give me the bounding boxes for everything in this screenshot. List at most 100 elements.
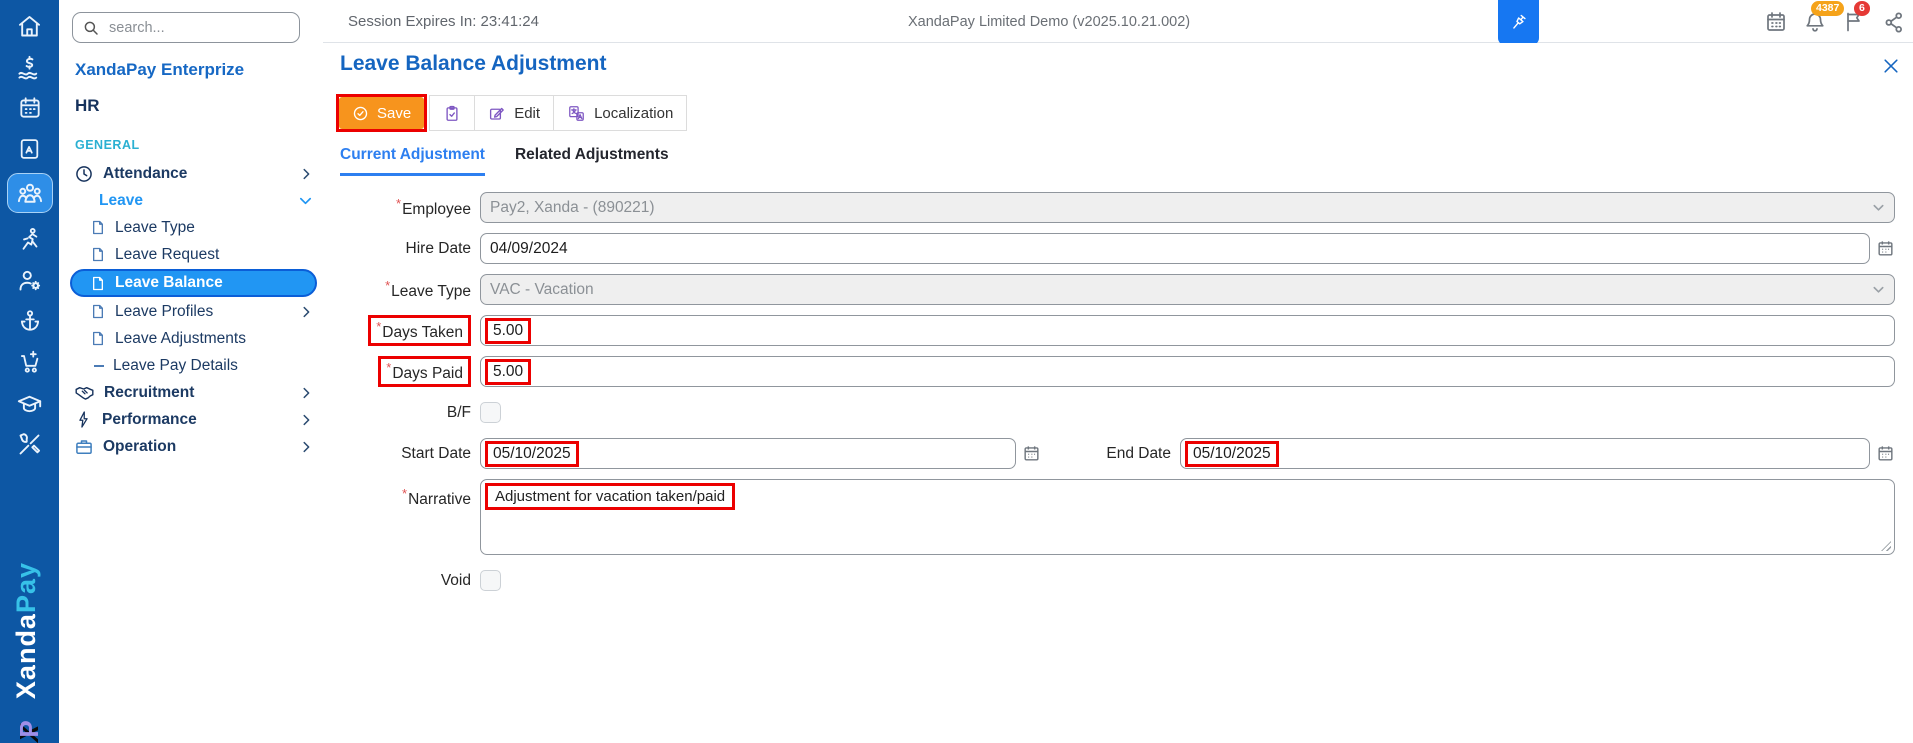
activity-runner-icon[interactable] bbox=[8, 224, 52, 254]
calendar-picker-icon[interactable] bbox=[1022, 444, 1041, 463]
employee-row: *Employee Pay2, Xanda - (890221) bbox=[340, 192, 1895, 223]
app-title: XandaPay Limited Demo (v2025.10.21.002) bbox=[908, 14, 1191, 30]
company-name[interactable]: XandaPay Enterprize bbox=[75, 60, 244, 80]
start-date-label: Start Date bbox=[401, 444, 471, 462]
clipboard-check-icon bbox=[443, 104, 461, 123]
graduation-cap-icon[interactable] bbox=[8, 388, 52, 418]
hire-date-label: Hire Date bbox=[405, 239, 471, 257]
page-title: Leave Balance Adjustment bbox=[340, 52, 607, 75]
edit-button[interactable]: Edit bbox=[474, 96, 553, 130]
required-asterisk: * bbox=[402, 486, 408, 501]
xandapay-logo: XP bbox=[14, 720, 44, 742]
toolbar: Save Edit Localization bbox=[336, 94, 688, 132]
tab-bar: Current Adjustment Related Adjustments bbox=[340, 146, 669, 176]
icon-rail: XandaPay XP bbox=[0, 0, 59, 743]
sidebar: XandaPay Enterprize HR GENERAL Attendanc… bbox=[59, 0, 324, 743]
sidebar-item-leave-pay-details[interactable]: Leave Pay Details bbox=[59, 352, 323, 379]
end-date-label: End Date bbox=[1106, 444, 1171, 462]
employee-select[interactable]: Pay2, Xanda - (890221) bbox=[480, 192, 1895, 223]
clipboard-button[interactable] bbox=[430, 96, 474, 130]
calendar-picker-icon[interactable] bbox=[1876, 444, 1895, 463]
days-taken-row: *Days Taken 5.00 bbox=[340, 315, 1895, 346]
sidebar-item-performance[interactable]: Performance bbox=[59, 406, 323, 433]
chevron-right-icon[interactable] bbox=[299, 413, 313, 427]
leave-type-select[interactable]: VAC - Vacation bbox=[480, 274, 1895, 305]
close-icon[interactable] bbox=[1881, 56, 1901, 76]
sidebar-search-box[interactable] bbox=[72, 12, 300, 43]
sidebar-item-leave-adjustments[interactable]: Leave Adjustments bbox=[59, 325, 323, 352]
chevron-down-icon bbox=[1871, 200, 1886, 215]
days-taken-label: Days Taken bbox=[382, 324, 463, 341]
sidebar-item-operation[interactable]: Operation bbox=[59, 433, 323, 460]
hire-date-input[interactable]: 04/09/2024 bbox=[480, 233, 1870, 264]
tools-icon[interactable] bbox=[8, 429, 52, 459]
localization-button[interactable]: Localization bbox=[553, 96, 686, 130]
sidebar-item-leave-type[interactable]: Leave Type bbox=[59, 214, 323, 241]
cart-plus-icon[interactable] bbox=[8, 347, 52, 377]
toolbar-button-group: Edit Localization bbox=[429, 95, 688, 131]
days-paid-input[interactable]: 5.00 bbox=[480, 356, 1895, 387]
tab-current-adjustment[interactable]: Current Adjustment bbox=[340, 146, 485, 176]
flag-icon[interactable]: 6 bbox=[1841, 1, 1870, 35]
hr-people-icon[interactable] bbox=[6, 173, 53, 213]
chevron-right-icon[interactable] bbox=[299, 305, 313, 319]
sidebar-item-recruitment[interactable]: Recruitment bbox=[59, 379, 323, 406]
anchor-icon[interactable] bbox=[8, 306, 52, 336]
report-document-icon[interactable] bbox=[8, 134, 52, 164]
annotation-box-days-paid-label: *Days Paid bbox=[378, 356, 471, 387]
briefcase-icon bbox=[74, 437, 94, 457]
translate-icon bbox=[567, 104, 586, 123]
connections-icon[interactable] bbox=[1880, 9, 1906, 35]
calendar-rail-icon[interactable] bbox=[8, 93, 52, 123]
annotation-box-days-taken-label: *Days Taken bbox=[368, 315, 471, 346]
required-asterisk: * bbox=[396, 196, 402, 211]
flag-count-badge: 6 bbox=[1854, 1, 1870, 16]
pin-button[interactable] bbox=[1498, 0, 1539, 45]
sidebar-item-leave-request[interactable]: Leave Request bbox=[59, 241, 323, 268]
notifications-bell-icon[interactable]: 4387 bbox=[1802, 1, 1845, 35]
topbar: Session Expires In: 23:41:24 XandaPay Li… bbox=[323, 0, 1913, 45]
bf-row: B/F bbox=[340, 397, 1895, 428]
save-button[interactable]: Save bbox=[339, 97, 425, 129]
search-input[interactable] bbox=[107, 18, 290, 37]
adjustment-form: *Employee Pay2, Xanda - (890221) Hire Da… bbox=[340, 192, 1895, 596]
search-icon bbox=[82, 19, 100, 37]
void-row: Void bbox=[340, 565, 1895, 596]
sidebar-item-leave-profiles[interactable]: Leave Profiles bbox=[59, 298, 323, 325]
narrative-row: *Narrative Adjustment for vacation taken… bbox=[340, 479, 1895, 555]
notification-count-badge: 4387 bbox=[1811, 1, 1845, 16]
bf-checkbox[interactable] bbox=[480, 402, 501, 423]
annotation-box-narrative: Adjustment for vacation taken/paid bbox=[485, 483, 736, 510]
dash-icon bbox=[94, 364, 104, 367]
section-header-general: GENERAL bbox=[75, 138, 140, 152]
home-icon[interactable] bbox=[8, 11, 52, 41]
chevron-down-icon[interactable] bbox=[298, 193, 313, 208]
chevron-right-icon[interactable] bbox=[299, 440, 313, 454]
days-taken-input[interactable]: 5.00 bbox=[480, 315, 1895, 346]
sidebar-item-attendance[interactable]: Attendance bbox=[59, 160, 323, 187]
chevron-right-icon[interactable] bbox=[299, 386, 313, 400]
clock-icon bbox=[74, 164, 94, 184]
chevron-right-icon[interactable] bbox=[299, 167, 313, 181]
calendar-picker-icon[interactable] bbox=[1876, 239, 1895, 258]
vertical-brand: XandaPay bbox=[11, 561, 41, 699]
lightning-bolt-icon bbox=[74, 410, 93, 429]
annotation-box-end-date: 05/10/2025 bbox=[1185, 440, 1279, 467]
narrative-label: Narrative bbox=[408, 491, 471, 508]
calendar-icon[interactable] bbox=[1763, 9, 1789, 35]
main-content: Leave Balance Adjustment Save Edit Local… bbox=[323, 43, 1913, 743]
bf-label: B/F bbox=[446, 403, 471, 421]
user-settings-icon[interactable] bbox=[8, 265, 52, 295]
sidebar-item-leave-balance[interactable]: Leave Balance bbox=[70, 269, 317, 297]
narrative-textarea[interactable]: Adjustment for vacation taken/paid bbox=[480, 479, 1895, 555]
void-checkbox[interactable] bbox=[480, 570, 501, 591]
end-date-input[interactable]: 05/10/2025 bbox=[1180, 438, 1870, 469]
payroll-money-icon[interactable] bbox=[8, 52, 52, 82]
module-hr[interactable]: HR bbox=[75, 96, 100, 116]
start-date-input[interactable]: 05/10/2025 bbox=[480, 438, 1016, 469]
annotation-box-days-taken-value: 5.00 bbox=[485, 317, 532, 344]
brand-pay: Pay bbox=[11, 561, 41, 613]
check-circle-icon bbox=[352, 105, 369, 122]
sidebar-item-leave[interactable]: Leave bbox=[59, 187, 323, 214]
tab-related-adjustments[interactable]: Related Adjustments bbox=[515, 146, 669, 176]
